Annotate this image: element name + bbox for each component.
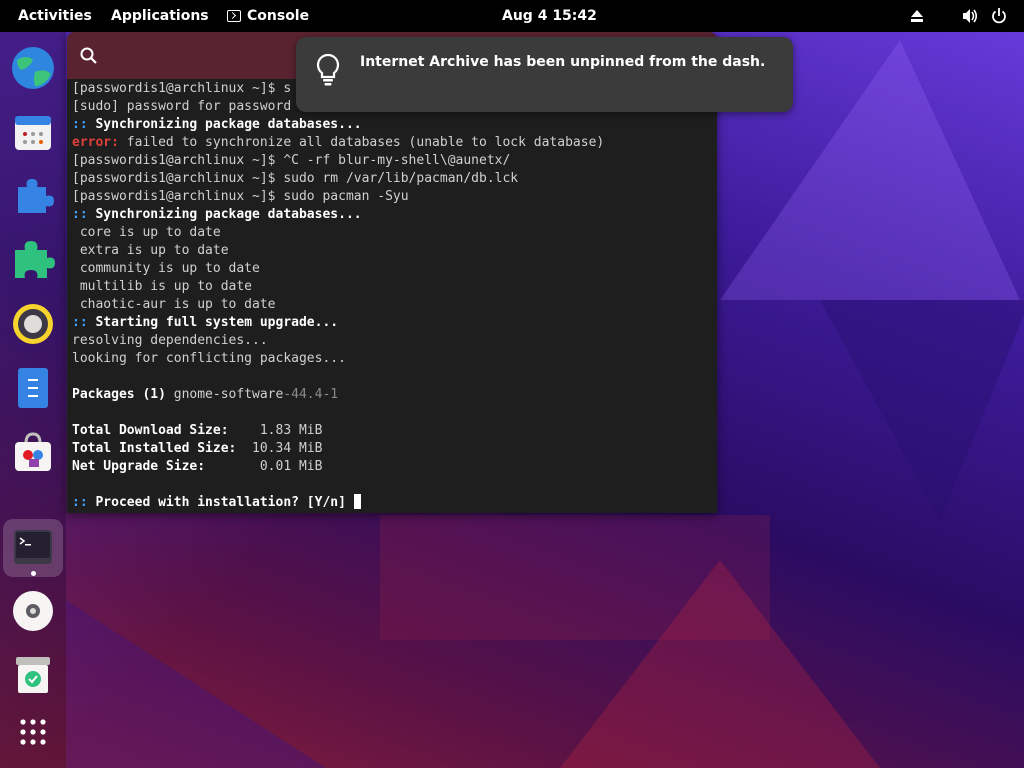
terminal-line: looking for conflicting packages... — [72, 350, 712, 368]
dock-item-extensions[interactable] — [11, 174, 55, 218]
terminal-text-text: gnome-software — [173, 387, 284, 402]
running-indicator — [31, 571, 36, 576]
terminal-icon — [14, 530, 52, 564]
show-apps-button[interactable] — [11, 710, 55, 754]
terminal-bold-text: Net Upgrade Size: — [72, 459, 245, 474]
terminal-dim-text: -44.4-1 — [283, 387, 339, 402]
terminal-text-text: ^C -rf blur-my-shell\@aunetx/ — [283, 153, 511, 168]
terminal-text-text: [sudo] password for password — [72, 99, 292, 114]
terminal-prompt-text: [passwordis1@archlinux ~]$ — [72, 189, 284, 204]
dock-item-text-editor[interactable] — [11, 366, 55, 410]
terminal-text-text: sudo rm /var/lib/pacman/db.lck — [283, 171, 519, 186]
terminal-text-text: looking for conflicting packages... — [72, 351, 346, 366]
power-icon[interactable] — [991, 0, 1007, 32]
app-grid-icon — [20, 719, 46, 745]
dock-item-extension-manager[interactable] — [11, 238, 55, 282]
text-editor-icon — [18, 368, 48, 408]
calendar-icon — [15, 116, 51, 150]
terminal-marker-text: :: — [72, 207, 96, 222]
terminal-line: :: Synchronizing package databases... — [72, 116, 712, 134]
terminal-bold-text: Total Download Size: — [72, 423, 245, 438]
applications-menu[interactable]: Applications — [111, 0, 209, 32]
dock-item-disc[interactable] — [11, 589, 55, 633]
speaker-icon — [13, 304, 53, 344]
puzzle-icon — [18, 179, 54, 213]
terminal-line: resolving dependencies... — [72, 332, 712, 350]
terminal-line: Total Download Size: 1.83 MiB — [72, 422, 712, 440]
text-cursor — [353, 494, 361, 509]
dash-dock — [0, 32, 66, 768]
terminal-bold-text: Synchronizing package databases... — [95, 207, 362, 222]
shopping-bag-icon — [15, 432, 51, 471]
terminal-line: chaotic-aur is up to date — [72, 296, 712, 314]
terminal-text-text: extra is up to date — [72, 243, 229, 258]
terminal-line: [passwordis1@archlinux ~]$ ^C -rf blur-m… — [72, 152, 712, 170]
terminal-text-text: community is up to date — [72, 261, 260, 276]
dock-item-calendar[interactable] — [11, 110, 55, 154]
terminal-line: extra is up to date — [72, 242, 712, 260]
terminal-text-text: 10.34 MiB — [236, 441, 323, 456]
terminal-line: Net Upgrade Size: 0.01 MiB — [72, 458, 712, 476]
dock-item-software[interactable] — [11, 430, 55, 474]
terminal-bold-text: Starting full system upgrade... — [95, 315, 339, 330]
top-bar: Activities Applications Console Aug 4 15… — [0, 0, 1024, 32]
terminal-line: [passwordis1@archlinux ~]$ sudo rm /var/… — [72, 170, 712, 188]
terminal-text-text: 1.83 MiB — [244, 423, 323, 438]
terminal-line: :: Synchronizing package databases... — [72, 206, 712, 224]
puzzle-green-icon — [15, 241, 55, 278]
terminal-bold-text: Proceed with installation? [Y/n] — [95, 495, 354, 510]
terminal-marker-text: :: — [72, 315, 96, 330]
terminal-line: Total Installed Size: 10.34 MiB — [72, 440, 712, 458]
terminal-line: core is up to date — [72, 224, 712, 242]
eject-icon[interactable] — [909, 0, 925, 32]
globe-icon — [12, 47, 54, 89]
terminal-text-text: sudo pacman -Syu — [283, 189, 409, 204]
dock-item-trash[interactable] — [11, 653, 55, 697]
terminal-text-text: chaotic-aur is up to date — [72, 297, 276, 312]
activities-button[interactable]: Activities — [18, 0, 92, 32]
terminal-prompt-text: [passwordis1@archlinux ~]$ — [72, 171, 284, 186]
terminal-line: community is up to date — [72, 260, 712, 278]
dock-item-rhythmbox[interactable] — [11, 302, 55, 346]
notification-message: Internet Archive has been unpinned from … — [360, 54, 766, 70]
terminal-text-text: failed to synchronize all databases (una… — [118, 135, 605, 150]
terminal-line: error: failed to synchronize all databas… — [72, 134, 712, 152]
trash-icon — [16, 657, 50, 693]
disc-icon — [13, 591, 53, 631]
terminal-bold-text: Packages (1) — [72, 387, 174, 402]
terminal-text-text: resolving dependencies... — [72, 333, 268, 348]
app-menu-console[interactable]: Console — [227, 0, 309, 32]
terminal-marker-text: :: — [72, 495, 96, 510]
terminal-line: multilib is up to date — [72, 278, 712, 296]
search-icon[interactable] — [79, 46, 99, 66]
terminal-text-text: multilib is up to date — [72, 279, 253, 294]
terminal-line: :: Starting full system upgrade... — [72, 314, 712, 332]
terminal-prompt-text: [passwordis1@archlinux ~]$ — [72, 153, 284, 168]
terminal-line: Packages (1) gnome-software-44.4-1 — [72, 386, 712, 404]
terminal-line: [passwordis1@archlinux ~]$ sudo pacman -… — [72, 188, 712, 206]
clock[interactable]: Aug 4 15:42 — [502, 0, 597, 32]
dock-item-console[interactable] — [11, 526, 55, 570]
terminal-text-text: core is up to date — [72, 225, 221, 240]
terminal-icon — [227, 10, 241, 22]
terminal-text-text: 0.01 MiB — [244, 459, 323, 474]
terminal-line: :: Proceed with installation? [Y/n] — [72, 494, 712, 512]
terminal-bold-text: Total Installed Size: — [72, 441, 237, 456]
notification-banner[interactable]: Internet Archive has been unpinned from … — [296, 37, 793, 112]
lightbulb-icon — [313, 53, 343, 87]
terminal-output[interactable]: [passwordis1@archlinux ~]$ s [sudo] passw… — [72, 80, 712, 512]
terminal-error-text: error: — [72, 135, 119, 150]
volume-icon[interactable] — [961, 0, 979, 32]
dock-item-web-browser[interactable] — [11, 46, 55, 90]
terminal-prompt-text: [passwordis1@archlinux ~]$ — [72, 81, 284, 96]
terminal-marker-text: :: — [72, 117, 96, 132]
terminal-text-text: s — [283, 81, 292, 96]
app-menu-label: Console — [247, 8, 310, 24]
terminal-bold-text: Synchronizing package databases... — [95, 117, 362, 132]
